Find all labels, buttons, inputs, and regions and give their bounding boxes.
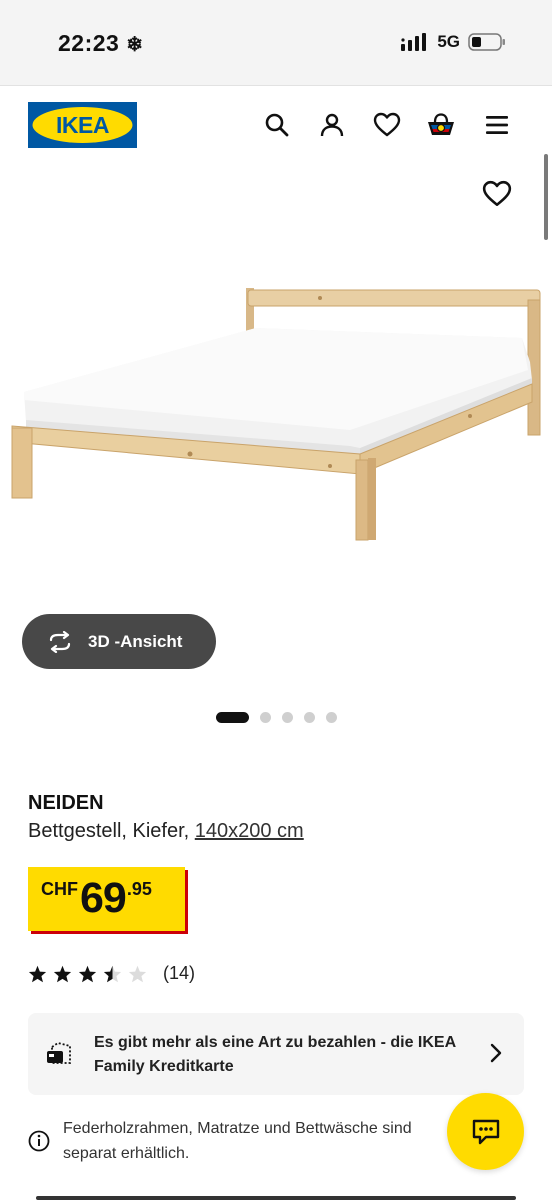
search-button[interactable] <box>262 110 292 140</box>
gallery-pagination <box>0 712 552 723</box>
price-decimal: .95 <box>126 879 152 899</box>
pagination-dot[interactable] <box>303 712 315 723</box>
view-3d-label: 3D -Ansicht <box>88 631 183 651</box>
product-image <box>11 288 541 541</box>
star-full-icon <box>28 965 47 982</box>
info-text: Federholzrahmen, Matratze und Bettwäsche… <box>63 1120 412 1162</box>
snowflake-icon: ❄ <box>126 34 144 56</box>
ikea-logo[interactable]: IKEA <box>28 102 137 148</box>
menu-button[interactable] <box>482 110 512 140</box>
credit-card-icon <box>47 1042 71 1064</box>
product-rating[interactable]: (14) <box>28 963 195 984</box>
search-icon <box>265 113 289 137</box>
cart-icon <box>428 113 454 135</box>
account-icon <box>320 113 344 137</box>
pagination-dot-active[interactable] <box>215 712 249 723</box>
rotate-icon <box>49 630 71 653</box>
pagination-dot[interactable] <box>325 712 337 723</box>
chevron-right-icon <box>490 1043 502 1063</box>
star-full-icon <box>78 965 97 982</box>
price-tag: CHF 69 .95 <box>28 867 185 931</box>
product-description: Bettgestell, Kiefer, 140x200 cm <box>28 820 304 843</box>
time-text: 22:23 <box>58 30 120 56</box>
star-half-icon <box>103 965 122 982</box>
payment-promo-text: Es gibt mehr als eine Art zu bezahlen - … <box>94 1034 456 1075</box>
network-label: 5G <box>437 32 460 51</box>
payment-promo-card[interactable]: Es gibt mehr als eine Art zu bezahlen - … <box>28 1013 524 1095</box>
cart-button[interactable] <box>426 110 456 140</box>
product-size-link[interactable]: 140x200 cm <box>195 820 304 842</box>
wishlist-button[interactable] <box>372 110 402 140</box>
product-type: Bettgestell, Kiefer, <box>28 820 190 842</box>
star-full-icon <box>53 965 72 982</box>
site-header: IKEA <box>0 86 552 164</box>
chat-button[interactable] <box>447 1093 524 1170</box>
status-right: 5G <box>401 32 506 52</box>
price-integer: 69 <box>80 874 127 922</box>
price-currency: CHF <box>41 879 78 899</box>
home-indicator <box>36 1196 516 1200</box>
pagination-dot[interactable] <box>259 712 271 723</box>
menu-icon <box>486 116 508 134</box>
view-3d-button[interactable]: 3D -Ansicht <box>22 614 216 669</box>
chat-icon <box>472 1119 499 1144</box>
star-empty-icon <box>128 965 147 982</box>
review-count[interactable]: (14) <box>163 963 195 984</box>
scrollbar[interactable] <box>544 154 548 240</box>
info-icon <box>28 1130 50 1152</box>
battery-icon <box>468 33 505 51</box>
account-button[interactable] <box>317 110 347 140</box>
heart-icon <box>373 112 401 137</box>
status-time: 22:23 ❄ <box>58 30 143 57</box>
pagination-dot[interactable] <box>281 712 293 723</box>
image-favorite-button[interactable] <box>482 180 512 210</box>
logo-text: IKEA <box>56 112 109 138</box>
heart-icon <box>482 180 512 206</box>
product-name: NEIDEN <box>28 792 104 814</box>
status-bar: 22:23 ❄ 5G <box>0 0 552 86</box>
signal-icon <box>401 33 427 51</box>
